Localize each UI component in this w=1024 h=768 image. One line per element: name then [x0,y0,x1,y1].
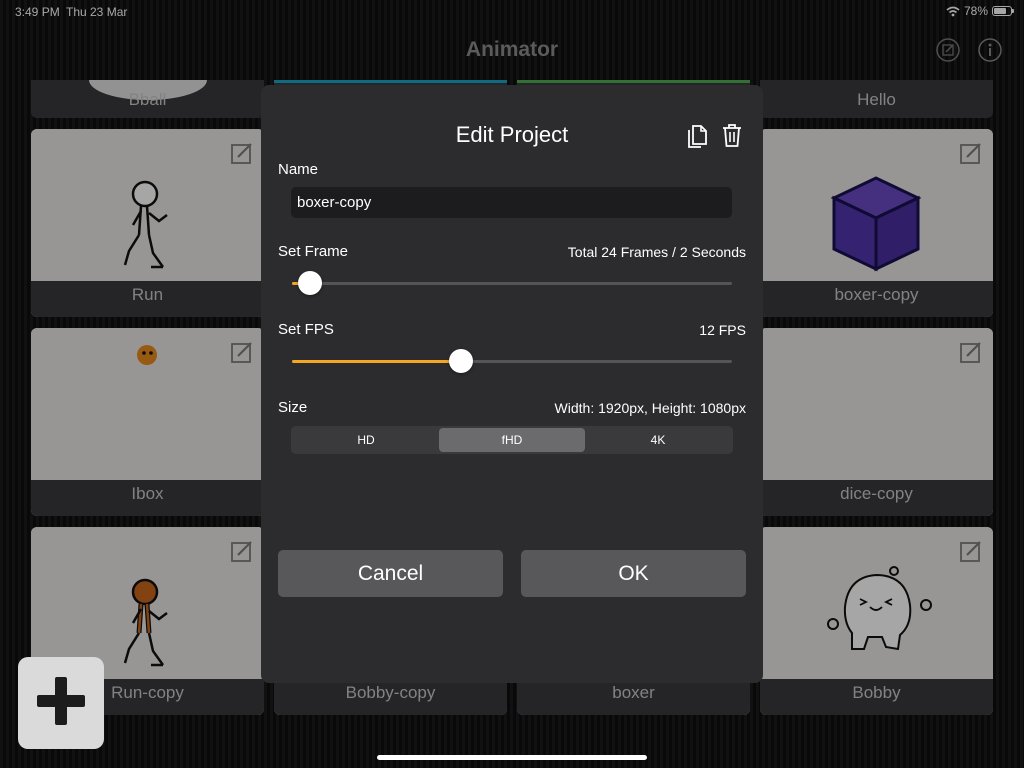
name-label: Name [278,161,319,178]
cancel-button[interactable]: Cancel [278,550,503,597]
fps-slider-fill [292,360,462,363]
size-option-hd[interactable]: HD [293,428,439,452]
home-indicator[interactable] [377,755,647,760]
fps-slider-thumb[interactable] [449,349,474,373]
trash-icon[interactable] [720,122,744,148]
frame-slider-thumb[interactable] [297,271,322,295]
size-option-fhd[interactable]: fHD [439,428,585,452]
plus-icon [37,677,85,725]
size-dimensions-value: Width: 1920px, Height: 1080px [554,400,746,416]
size-option-4k[interactable]: 4K [585,428,731,452]
duplicate-icon[interactable] [685,122,709,148]
add-project-button[interactable] [18,657,104,749]
project-name-input[interactable] [291,187,732,218]
size-label: Size [278,399,308,416]
set-fps-label: Set FPS [278,321,334,338]
edit-project-dialog: Edit Project Name Set Frame Total 24 Fra… [261,85,763,683]
size-segmented-control[interactable]: HD fHD 4K [291,426,733,454]
frame-slider[interactable] [292,271,732,295]
frame-total-value: Total 24 Frames / 2 Seconds [567,244,746,260]
fps-value: 12 FPS [699,322,746,338]
set-frame-label: Set Frame [278,243,349,260]
fps-slider[interactable] [292,349,732,373]
ok-button[interactable]: OK [521,550,746,597]
